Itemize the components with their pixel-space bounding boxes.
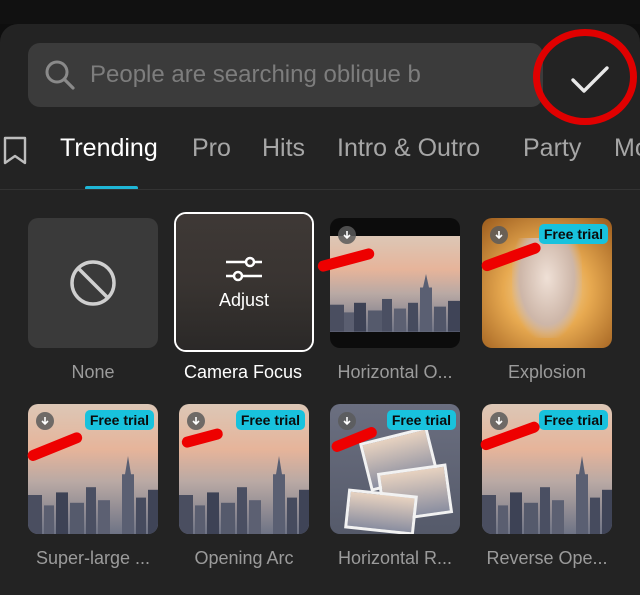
divider xyxy=(0,189,640,190)
download-icon xyxy=(490,412,508,430)
category-tabs: Trending Pro Hits Intro & Outro Party Mo xyxy=(0,128,640,188)
thumbnail xyxy=(330,236,460,332)
adjust-label: Adjust xyxy=(218,290,270,310)
adjust-icon xyxy=(226,256,262,282)
tab-trending[interactable]: Trending xyxy=(60,134,158,163)
none-icon xyxy=(70,260,116,306)
free-trial-badge: Free trial xyxy=(538,224,608,244)
download-icon xyxy=(36,412,54,430)
effect-label: Explosion xyxy=(507,362,587,382)
effect-label: Camera Focus xyxy=(183,362,303,382)
effect-label: Opening Arc xyxy=(194,548,294,568)
effect-tile-super-large[interactable]: Free trial xyxy=(28,404,158,534)
free-trial-badge: Free trial xyxy=(235,410,305,430)
effect-tile-none[interactable] xyxy=(28,218,158,348)
effect-tile-explosion[interactable]: Free trial xyxy=(482,218,612,348)
tab-pro[interactable]: Pro xyxy=(192,134,231,163)
effect-tile-reverse-ope[interactable]: Free trial xyxy=(482,404,612,534)
effect-label: Horizontal O... xyxy=(337,362,453,382)
confirm-button[interactable] xyxy=(533,29,637,125)
free-trial-badge: Free trial xyxy=(538,410,608,430)
card-thumbnail xyxy=(344,488,418,534)
search-icon xyxy=(45,60,75,90)
download-icon xyxy=(187,412,205,430)
free-trial-badge: Free trial xyxy=(84,410,154,430)
annotation-circle xyxy=(533,29,637,125)
tab-intro-outro[interactable]: Intro & Outro xyxy=(337,134,480,163)
download-icon xyxy=(338,226,356,244)
effect-label: Horizontal R... xyxy=(337,548,453,568)
download-icon xyxy=(338,412,356,430)
effect-label: None xyxy=(71,362,115,382)
effect-label: Super-large ... xyxy=(35,548,151,568)
free-trial-badge: Free trial xyxy=(386,410,456,430)
search-placeholder: People are searching oblique b xyxy=(90,61,421,88)
effect-tile-camera-focus[interactable]: Adjust xyxy=(174,212,314,352)
effect-tile-horizontal-o[interactable] xyxy=(330,218,460,348)
effect-tile-horizontal-r[interactable]: Free trial xyxy=(330,404,460,534)
download-icon xyxy=(490,226,508,244)
effect-tile-opening-arc[interactable]: Free trial xyxy=(179,404,309,534)
search-input[interactable]: People are searching oblique b xyxy=(28,43,543,107)
status-strip xyxy=(0,0,640,24)
tab-party[interactable]: Party xyxy=(523,134,581,163)
tab-hits[interactable]: Hits xyxy=(262,134,305,163)
effect-label: Reverse Ope... xyxy=(486,548,608,568)
tab-more[interactable]: Mo xyxy=(614,134,640,163)
